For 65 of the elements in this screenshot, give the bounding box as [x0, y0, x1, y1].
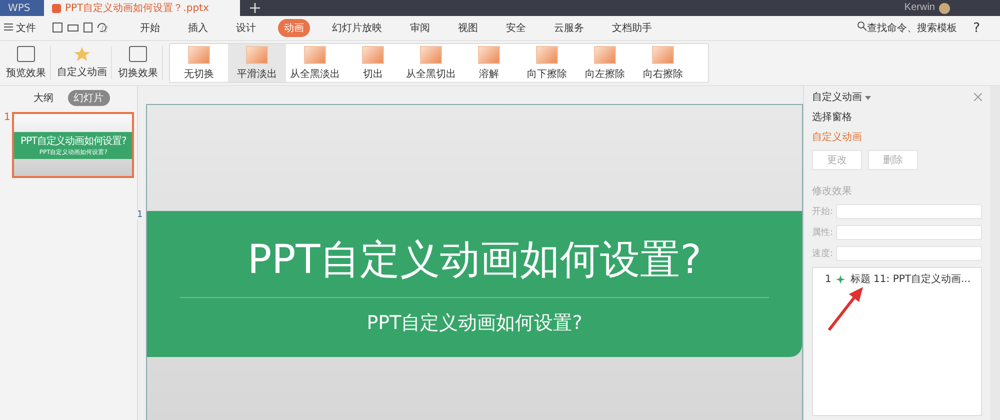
- dropdown-field[interactable]: [836, 204, 982, 219]
- dropdown-field[interactable]: [836, 225, 982, 240]
- transition-thumbnail-icon: [304, 46, 326, 64]
- transition-option[interactable]: 向下擦除: [518, 44, 576, 82]
- menu-tab[interactable]: 设计: [230, 19, 262, 37]
- ribbon-button[interactable]: 切换效果: [114, 46, 163, 80]
- transition-option[interactable]: 无切换: [170, 44, 228, 82]
- transition-thumbnail-icon: [246, 46, 268, 64]
- selection-pane-link[interactable]: 选择窗格: [812, 110, 982, 124]
- menu-tab[interactable]: 云服务: [548, 19, 590, 37]
- menu-icon: [4, 23, 13, 31]
- menu-tab[interactable]: 审阅: [404, 19, 436, 37]
- slide-subtitle: PPT自定义动画如何设置?: [366, 311, 582, 336]
- help-button[interactable]: ?: [973, 20, 980, 36]
- transition-option[interactable]: 向右擦除: [634, 44, 692, 82]
- transition-option[interactable]: 溶解: [460, 44, 518, 82]
- field-label: 开始:: [812, 206, 834, 218]
- field-label: 属性:: [812, 226, 834, 239]
- section-heading: 修改效果: [812, 185, 853, 198]
- section-heading: 自定义动画: [812, 130, 863, 144]
- animation-order: 1: [825, 274, 832, 284]
- transition-option[interactable]: 向左擦除: [576, 44, 634, 82]
- transition-thumbnail-icon: [652, 46, 674, 64]
- ribbon-button[interactable]: 预览效果: [2, 46, 51, 80]
- view-tab[interactable]: 幻灯片: [68, 90, 110, 106]
- new-tab-icon[interactable]: [250, 3, 260, 13]
- field-label: 速度:: [812, 248, 834, 260]
- ribbon-button[interactable]: 自定义动画: [53, 47, 112, 79]
- animation-item[interactable]: 标题 11: PPT自定义动画...: [850, 272, 971, 286]
- pointer-arrow: [825, 286, 865, 332]
- transition-thumbnail-icon: [420, 46, 442, 64]
- menu-tab[interactable]: 插入: [182, 19, 214, 37]
- user-name[interactable]: Kerwin: [904, 0, 935, 16]
- slide-title: PPT自定义动画如何设置?: [180, 232, 770, 298]
- avatar-icon[interactable]: [939, 2, 950, 14]
- menu-tab[interactable]: 安全: [500, 19, 532, 37]
- transition-option[interactable]: 切出: [344, 44, 402, 82]
- search-icon: [857, 21, 868, 31]
- star-icon: [836, 274, 846, 284]
- transition-option[interactable]: 从全黑切出: [402, 44, 460, 82]
- caret-icon: [865, 96, 872, 100]
- slide-number: 1: [4, 112, 10, 125]
- window-icon: [129, 46, 147, 62]
- document-tab[interactable]: WPS: [0, 0, 44, 16]
- presentation-icon: [52, 4, 61, 12]
- transition-thumbnail-icon: [362, 46, 384, 64]
- close-icon[interactable]: [974, 93, 982, 101]
- search-command-field[interactable]: 查找命令、搜索模板: [857, 21, 958, 35]
- thumbnail-title: PPT自定义动画如何设置?: [20, 134, 126, 148]
- transition-thumbnail-icon: [478, 46, 500, 64]
- window-icon: [17, 46, 35, 62]
- transition-option[interactable]: 从全黑淡出: [286, 44, 344, 82]
- menu-tab[interactable]: 开始: [134, 19, 166, 37]
- transition-thumbnail-icon: [188, 46, 210, 64]
- view-tab[interactable]: 大纲: [28, 90, 60, 106]
- transition-thumbnail-icon: [594, 46, 616, 64]
- file-menu[interactable]: 文件: [4, 21, 36, 35]
- menu-tab[interactable]: 视图: [452, 19, 484, 37]
- transition-thumbnail-icon: [536, 46, 558, 64]
- menu-tab[interactable]: 文档助手: [606, 19, 658, 37]
- pane-title[interactable]: 自定义动画: [812, 90, 872, 104]
- slide-marker: 1: [137, 210, 143, 220]
- menu-tab[interactable]: 幻灯片放映: [326, 19, 388, 37]
- dropdown-field[interactable]: [836, 246, 982, 261]
- transition-option[interactable]: 平滑淡出: [228, 44, 286, 82]
